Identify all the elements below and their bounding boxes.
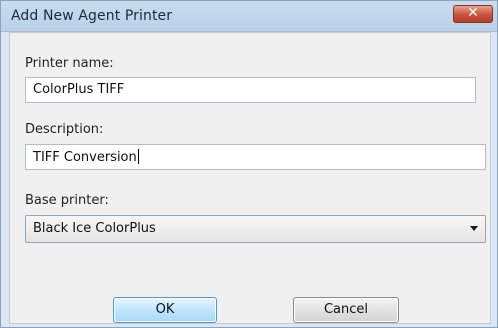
chevron-down-icon[interactable] [470,226,478,231]
close-icon: ✕ [467,5,479,21]
text-caret [137,149,139,164]
description-label: Description: [25,122,104,137]
dialog-window: Add New Agent Printer ✕ Printer name: Co… [0,0,498,328]
cancel-button[interactable]: Cancel [293,297,399,323]
close-button[interactable]: ✕ [453,5,493,23]
base-printer-label: Base printer: [25,193,109,208]
base-printer-selected: Black Ice ColorPlus [33,221,156,236]
printer-name-label: Printer name: [25,56,114,71]
printer-name-value: ColorPlus TIFF [33,82,125,97]
title-bar[interactable]: Add New Agent Printer ✕ [1,1,497,32]
printer-name-input[interactable]: ColorPlus TIFF [25,77,476,103]
base-printer-select[interactable]: Black Ice ColorPlus [25,215,486,243]
ok-button[interactable]: OK [113,297,217,323]
description-value: TIFF Conversion [33,150,137,165]
description-input[interactable]: TIFF Conversion [25,144,486,170]
dialog-body: Printer name: ColorPlus TIFF Description… [9,32,491,324]
dialog-title: Add New Agent Printer [11,8,173,24]
